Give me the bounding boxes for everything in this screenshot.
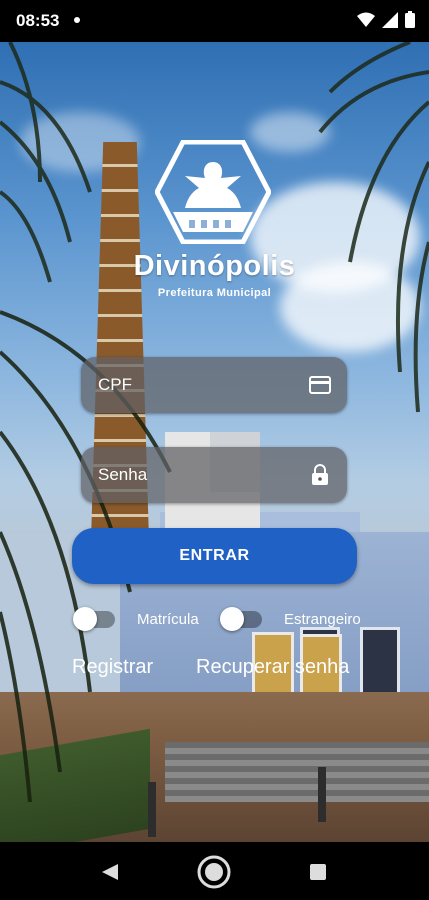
brand-subtitle: Prefeitura Municipal — [157, 287, 272, 299]
toggle-knob — [73, 607, 97, 631]
status-icons — [357, 11, 415, 28]
status-bar: 08:53 — [0, 0, 429, 42]
estrangeiro-toggle[interactable] — [220, 607, 262, 631]
notification-dot-icon — [74, 17, 80, 23]
cpf-field[interactable] — [81, 357, 347, 413]
navigation-bar — [0, 842, 429, 900]
wifi-icon — [357, 12, 375, 27]
senha-input[interactable] — [96, 464, 290, 486]
status-time: 08:53 — [16, 11, 60, 30]
matricula-toggle[interactable] — [73, 607, 115, 631]
brand-name: Divinópolis — [133, 250, 296, 282]
signal-icon — [382, 11, 398, 28]
toggle-knob — [220, 607, 244, 631]
city-logo-icon — [155, 140, 271, 244]
battery-icon — [405, 11, 415, 28]
login-screen: 08:53 Divinópolis Prefeitura Municipal C… — [0, 0, 429, 900]
matricula-label: Matrícula — [137, 611, 199, 628]
estrangeiro-label: Estrangeiro — [284, 611, 361, 628]
recents-icon[interactable] — [309, 863, 327, 881]
register-link[interactable]: Registrar — [72, 656, 153, 679]
lock-icon — [312, 464, 328, 485]
senha-field[interactable] — [81, 447, 347, 503]
entrar-button[interactable]: ENTRAR — [72, 528, 357, 584]
recover-password-link[interactable]: Recuperar senha — [196, 656, 349, 679]
back-icon[interactable] — [100, 862, 120, 882]
home-icon[interactable] — [196, 854, 232, 890]
cpf-input[interactable] — [96, 374, 290, 396]
card-icon — [309, 376, 331, 394]
